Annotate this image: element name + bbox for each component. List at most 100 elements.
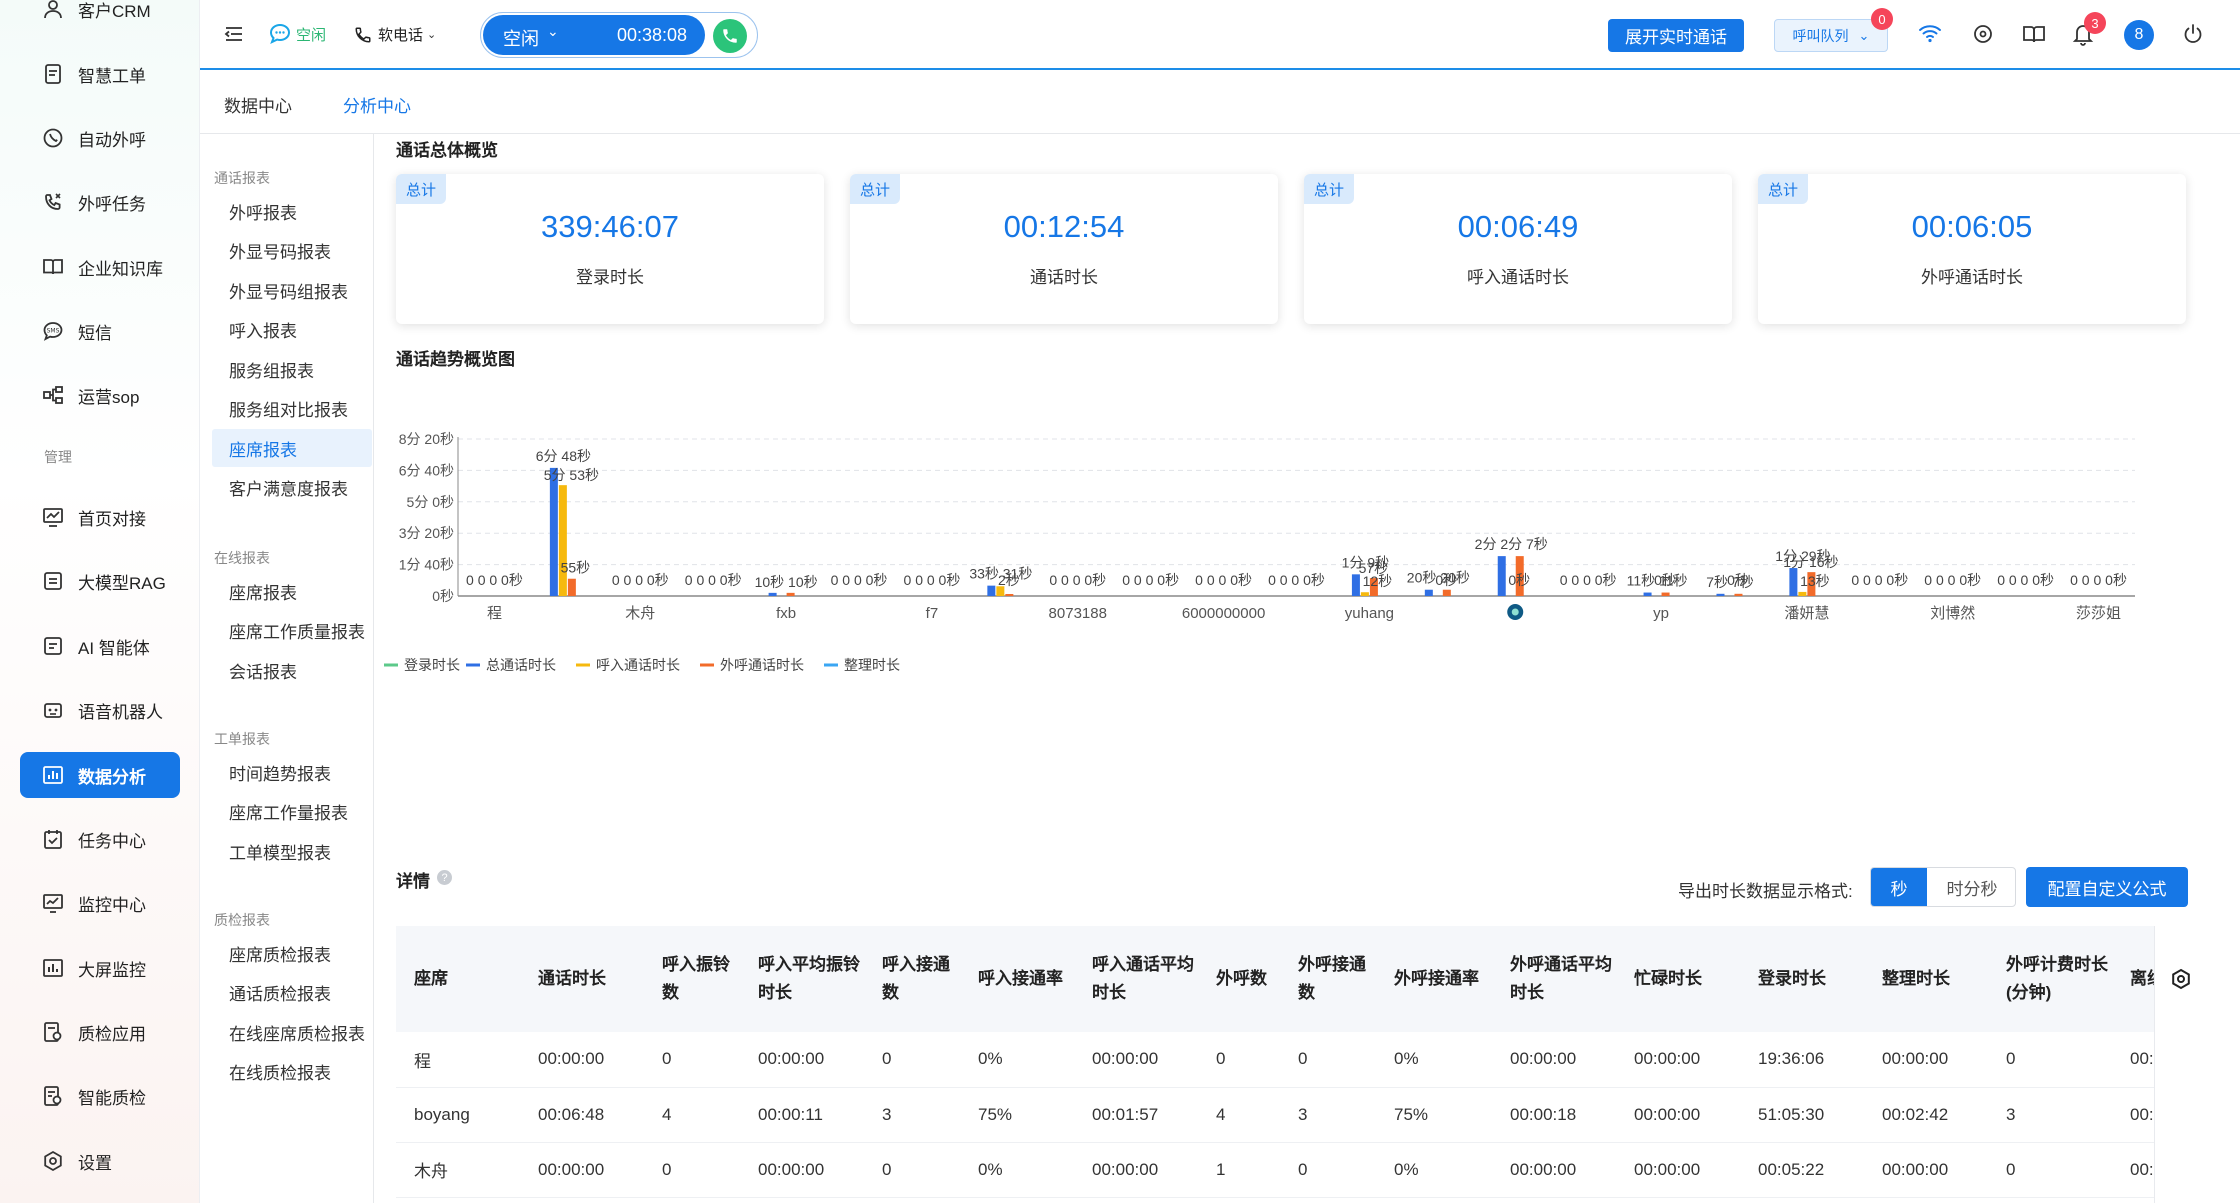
table-settings-column	[2154, 926, 2204, 1203]
menu-toggle-icon[interactable]	[224, 24, 244, 44]
report-nav-item[interactable]: 座席质检报表	[212, 934, 372, 972]
report-nav-item[interactable]: 外显号码报表	[212, 232, 372, 270]
notification-bell[interactable]: 3	[2072, 12, 2106, 46]
table-cell: 0%	[1376, 1142, 1492, 1198]
bar-1-16[interactable]	[1643, 592, 1652, 596]
sidebar-item-8[interactable]: 首页对接	[20, 494, 180, 540]
sidebar-item-7[interactable]: 运营sop	[20, 372, 180, 418]
table-header-cell[interactable]: 呼入接通率	[960, 926, 1074, 1032]
table-header-cell[interactable]: 外呼接通数	[1280, 926, 1376, 1032]
table-header-cell[interactable]: 外呼数	[1198, 926, 1280, 1032]
bar-1-13[interactable]	[1424, 589, 1433, 596]
sidebar-item-1[interactable]: 客户CRM	[20, 0, 180, 32]
sidebar-item-5[interactable]: 企业知识库	[20, 244, 180, 290]
help-circle-icon[interactable]: ?	[437, 870, 452, 885]
report-nav-item[interactable]: 服务组报表	[212, 350, 372, 388]
sidebar-item-9[interactable]: 大模型RAG	[20, 558, 180, 604]
call-queue-label: 呼叫队列	[1792, 27, 1849, 44]
bar-3-13[interactable]	[1442, 589, 1451, 596]
sidebar-item-label: 设置	[78, 1153, 112, 1173]
bar-3-7[interactable]	[1005, 594, 1014, 596]
tab-analysis-center[interactable]: 分析中心	[343, 92, 411, 117]
report-nav-item[interactable]: 通话质检报表	[212, 974, 372, 1012]
legend-item[interactable]: 总通话时长	[466, 657, 556, 673]
report-nav-item[interactable]: 座席报表	[212, 572, 372, 610]
sidebar-item-14[interactable]: 监控中心	[20, 880, 180, 926]
table-cell: 00:00:00	[520, 1032, 644, 1088]
table-header-cell[interactable]: 呼入平均振铃时长	[740, 926, 864, 1032]
sidebar-item-2[interactable]: 智慧工单	[20, 51, 180, 97]
legend-item[interactable]: 登录时长	[384, 657, 460, 673]
report-nav-item[interactable]: 外显号码组报表	[212, 271, 372, 309]
report-nav-item[interactable]: 外呼报表	[212, 192, 372, 230]
report-nav-item[interactable]: 座席工作量报表	[212, 793, 372, 831]
bar-1-18[interactable]	[1789, 568, 1798, 596]
call-status-pill[interactable]: 空闲 ⌄ 00:38:08	[483, 15, 705, 55]
bar-1-12[interactable]	[1351, 574, 1360, 596]
sidebar-item-4[interactable]: 外呼任务	[20, 179, 180, 225]
bar-3-16[interactable]	[1661, 592, 1670, 596]
legend-item[interactable]: 外呼通话时长	[700, 657, 804, 673]
report-nav-item[interactable]: 客户满意度报表	[212, 469, 372, 507]
softphone-menu[interactable]: 软电话 ⌄	[354, 24, 436, 45]
format-hms-button[interactable]: 时分秒	[1927, 868, 2015, 906]
table-header-cell[interactable]: 整理时长	[1864, 926, 1988, 1032]
legend-item[interactable]: 呼入通话时长	[576, 657, 680, 673]
report-nav-item[interactable]: 座席工作质量报表	[212, 612, 372, 650]
sidebar-item-16[interactable]: 质检应用	[20, 1009, 180, 1055]
call-queue-dropdown[interactable]: 呼叫队列 ⌄ 0	[1774, 8, 1893, 52]
report-nav-item[interactable]: 会话报表	[212, 651, 372, 689]
bar-1-14[interactable]	[1497, 556, 1506, 596]
sidebar-item-12[interactable]: 数据分析	[20, 752, 180, 798]
bar-1-17[interactable]	[1716, 593, 1725, 596]
refresh-icon[interactable]	[1972, 23, 1994, 45]
format-seconds-button[interactable]: 秒	[1871, 868, 1927, 906]
bar-1-4[interactable]	[768, 592, 777, 596]
table-header-cell[interactable]: 呼入振铃数	[644, 926, 740, 1032]
table-header-cell[interactable]: 外呼接通率	[1376, 926, 1492, 1032]
table-header-cell[interactable]: 呼入通话平均时长	[1074, 926, 1198, 1032]
table-header-cell[interactable]: 呼入接通数	[864, 926, 960, 1032]
report-nav: 通话报表 外呼报表 外显号码报表 外显号码组报表 呼入报表 服务组报表 服务组对比报表 座席报…	[200, 134, 374, 1203]
sidebar-item-17[interactable]: 智能质检	[20, 1073, 180, 1119]
sidebar-item-15[interactable]: 大屏监控	[20, 945, 180, 991]
table-header-cell[interactable]: 座席	[396, 926, 520, 1032]
power-icon[interactable]	[2182, 23, 2204, 45]
table-header-cell[interactable]: 外呼通话平均时长	[1492, 926, 1616, 1032]
bar-2-12[interactable]	[1360, 592, 1369, 596]
bar-3-4[interactable]	[786, 592, 795, 596]
agent-status[interactable]: 空闲	[268, 22, 326, 46]
report-nav-item[interactable]: 时间趋势报表	[212, 753, 372, 791]
sidebar-item-18[interactable]: 设置	[20, 1138, 180, 1184]
table-header-cell[interactable]: 外呼计费时长(分钟)	[1988, 926, 2112, 1032]
sidebar-item-10[interactable]: AI 智能体	[20, 623, 180, 669]
report-nav-item[interactable]: 工单模型报表	[212, 832, 372, 870]
report-nav-item[interactable]: 在线质检报表	[212, 1053, 372, 1091]
sidebar-item-6[interactable]: SMS 短信	[20, 308, 180, 354]
bar-2-18[interactable]	[1798, 591, 1807, 596]
bar-1-7[interactable]	[987, 585, 996, 596]
avatar[interactable]: 8	[2124, 20, 2154, 50]
sidebar-item-13[interactable]: 任务中心	[20, 816, 180, 862]
tab-data-center[interactable]: 数据中心	[224, 92, 292, 117]
expand-realtime-call-button[interactable]: 展开实时通话	[1608, 19, 1744, 52]
bar-3-17[interactable]	[1734, 593, 1743, 596]
report-nav-item[interactable]: 在线座席质检报表	[212, 1013, 372, 1051]
answer-call-button[interactable]	[713, 19, 747, 53]
report-nav-item[interactable]: 呼入报表	[212, 311, 372, 349]
table-header-cell[interactable]: 通话时长	[520, 926, 644, 1032]
report-nav-item[interactable]: 座席报表	[212, 429, 372, 467]
bar-3-1[interactable]	[567, 578, 576, 596]
table-header-cell[interactable]: 登录时长	[1740, 926, 1864, 1032]
report-nav-item[interactable]: 服务组对比报表	[212, 390, 372, 428]
configure-formula-button[interactable]: 配置自定义公式	[2026, 867, 2188, 907]
bar-2-1[interactable]	[558, 485, 567, 596]
legend-item[interactable]: 整理时长	[824, 657, 900, 673]
table-header-cell[interactable]: 忙碌时长	[1616, 926, 1740, 1032]
sidebar-item-3[interactable]: 自动外呼	[20, 115, 180, 161]
sidebar-item-11[interactable]: 语音机器人	[20, 687, 180, 733]
column-settings-icon[interactable]	[2170, 968, 2192, 995]
bar-1-1[interactable]	[549, 467, 558, 596]
x-tick-label: 程	[487, 605, 502, 622]
manual-book-icon[interactable]	[2022, 23, 2046, 45]
